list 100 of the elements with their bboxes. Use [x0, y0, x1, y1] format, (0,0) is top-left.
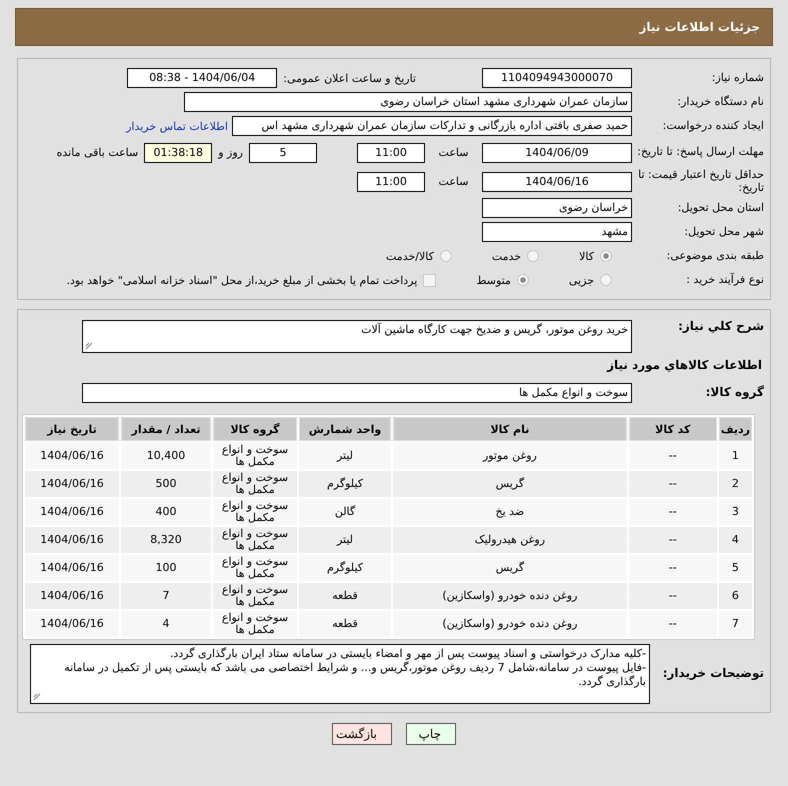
days-field: 5	[249, 142, 317, 162]
table-cell: --	[628, 499, 717, 525]
radio-button[interactable]	[440, 250, 452, 262]
notes-paragraph: -کلیه مدارک درخواستی و اسناد پیوست پس از مهر و امضاء بایستی در سامانه ستاد ایران بارگذاری گردد.	[168, 647, 646, 661]
table-cell: 1404/06/16	[25, 583, 119, 609]
table-cell: سوخت و انواع مکمل ها	[213, 499, 297, 525]
table-cell: گریس	[393, 471, 627, 497]
table-cell: 400	[121, 499, 211, 525]
radio-label: خدمت	[492, 250, 522, 262]
province-field: خراسان رضوی	[482, 198, 632, 218]
announce-date-field: 1404/06/04 - 08:38	[127, 68, 278, 88]
table-cell: ضد یخ	[393, 499, 627, 525]
radio-button[interactable]	[600, 250, 612, 262]
table-cell: گریس	[393, 555, 627, 581]
field-label: شماره نیاز:	[710, 72, 765, 84]
table-cell: کیلوگرم	[299, 471, 391, 497]
back-button[interactable]: بازگشت	[332, 723, 392, 745]
section-title: اطلاعات کالاهاي مورد نياز	[606, 357, 763, 374]
table-cell: سوخت و انواع مکمل ها	[213, 527, 297, 553]
table-cell: لیتر	[299, 527, 391, 553]
column-header: واحد شمارش	[299, 417, 391, 441]
reply-time-field: 11:00	[357, 142, 425, 162]
column-header: کد کالا	[628, 417, 717, 441]
city-field: مشهد	[482, 222, 632, 242]
table-cell: روغن دنده خودرو (واسکازین)	[393, 611, 627, 637]
table-cell: --	[628, 555, 717, 581]
field-label: تاریخ و ساعت اعلان عمومی:	[282, 72, 417, 84]
field-label: ایجاد کننده درخواست:	[662, 120, 765, 132]
radio-button[interactable]	[527, 250, 540, 262]
table-cell: --	[628, 583, 717, 609]
field-label: روز و	[216, 146, 244, 159]
table-cell: 1404/06/16	[25, 555, 119, 581]
table-cell: 10,400	[121, 443, 211, 469]
table-cell: 7	[718, 611, 752, 637]
field-label: طبقه بندی موضوعی:	[666, 250, 765, 262]
table-cell: 5	[718, 555, 752, 581]
field-label: استان محل تحویل:	[676, 202, 765, 214]
reply-date-field: 1404/06/09	[482, 142, 632, 162]
table-cell: 1404/06/16	[25, 611, 119, 637]
column-header: ردیف	[718, 417, 752, 441]
validity-time-field: 11:00	[357, 172, 425, 192]
table-cell: 4	[121, 611, 211, 637]
table-cell: سوخت و انواع مکمل ها	[213, 555, 297, 581]
goods-group-field: سوخت و انواع مکمل ها	[82, 383, 632, 403]
table-cell: قطعه	[299, 611, 391, 637]
table-cell: گالن	[299, 499, 391, 525]
table-cell: کیلوگرم	[299, 555, 391, 581]
table-cell: روغن هیدرولیک	[393, 527, 627, 553]
table-cell: 8,320	[121, 527, 211, 553]
column-header: گروه کالا	[213, 417, 297, 441]
table-cell: 2	[718, 471, 752, 497]
radio-label: جزیی	[568, 274, 594, 286]
field-label: حداقل تاریخ اعتبار قیمت: تا تاریخ:	[637, 168, 765, 194]
table-cell: --	[628, 443, 717, 469]
table-cell: 4	[718, 527, 752, 553]
radio-button[interactable]	[516, 274, 529, 286]
column-header: نام کالا	[393, 417, 627, 441]
radio-label: کالا/خدمت	[386, 250, 434, 262]
table-cell: 3	[718, 499, 752, 525]
field-label: مهلت ارسال پاسخ: تا تاریخ:	[636, 146, 765, 159]
resize-grip-icon	[85, 342, 93, 350]
field-label: ساعت	[438, 175, 470, 188]
table-cell: 1404/06/16	[25, 443, 119, 469]
remaining-time-field: 01:38:18	[144, 142, 212, 162]
buyer-org-field: سازمان عمران شهرداری مشهد استان خراسان رضوی	[184, 92, 632, 112]
table-cell: روغن دنده خودرو (واسکازین)	[393, 583, 627, 609]
need-number-field: 1104094943000070	[482, 68, 632, 88]
radio-button[interactable]	[600, 274, 612, 286]
table-cell: 1404/06/16	[25, 471, 119, 497]
table-cell: 6	[718, 583, 752, 609]
table-cell: روغن موتور	[393, 443, 627, 469]
table-cell: سوخت و انواع مکمل ها	[213, 611, 297, 637]
description-text: خرید روغن موتور، گریس و ضدیخ جهت کارگاه ماشین آلات	[361, 323, 628, 336]
table-cell: 1	[718, 443, 752, 469]
field-label: ساعت	[438, 146, 470, 159]
table-cell: 500	[121, 471, 211, 497]
field-label: شرح کلي نياز:	[677, 320, 765, 334]
table-cell: --	[628, 611, 717, 637]
requester-field: حمید صفری بافتی اداره بازرگانی و تدارکات سازمان عمران شهرداری مشهد اس	[232, 116, 632, 136]
table-cell: قطعه	[299, 583, 391, 609]
radio-label: کالا	[579, 250, 594, 262]
checkbox[interactable]	[423, 274, 436, 286]
field-label: نوع فرآیند خرید :	[685, 274, 765, 286]
table-cell: 1404/06/16	[25, 499, 119, 525]
table-cell: 1404/06/16	[25, 527, 119, 553]
field-label: شهر محل تحویل:	[683, 226, 765, 238]
print-button[interactable]: چاپ	[406, 723, 456, 745]
table-cell: سوخت و انواع مکمل ها	[213, 443, 297, 469]
table-cell: --	[628, 471, 717, 497]
validity-date-field: 1404/06/16	[482, 172, 632, 192]
page-title: جزئیات اطلاعات نیاز	[639, 20, 760, 34]
field-label: گروه کالا:	[704, 386, 765, 400]
column-header: تاریخ نیاز	[25, 417, 119, 441]
notes-paragraph: -فایل پیوست در سامانه،شامل 7 ردیف روغن موتور،گریس و... و شرایط اختصاصی می باشد که بایستی پس از تکمیل در سامانه بارگذاری گردد.	[63, 660, 646, 688]
buyer-contact-link[interactable]: اطلاعات تماس خریدار	[126, 120, 232, 132]
table-cell: 7	[121, 583, 211, 609]
table-cell: --	[628, 527, 717, 553]
field-label: ساعت باقی مانده	[56, 146, 140, 159]
field-label: نام دستگاه خریدار:	[676, 96, 765, 108]
resize-grip-icon	[33, 693, 41, 701]
